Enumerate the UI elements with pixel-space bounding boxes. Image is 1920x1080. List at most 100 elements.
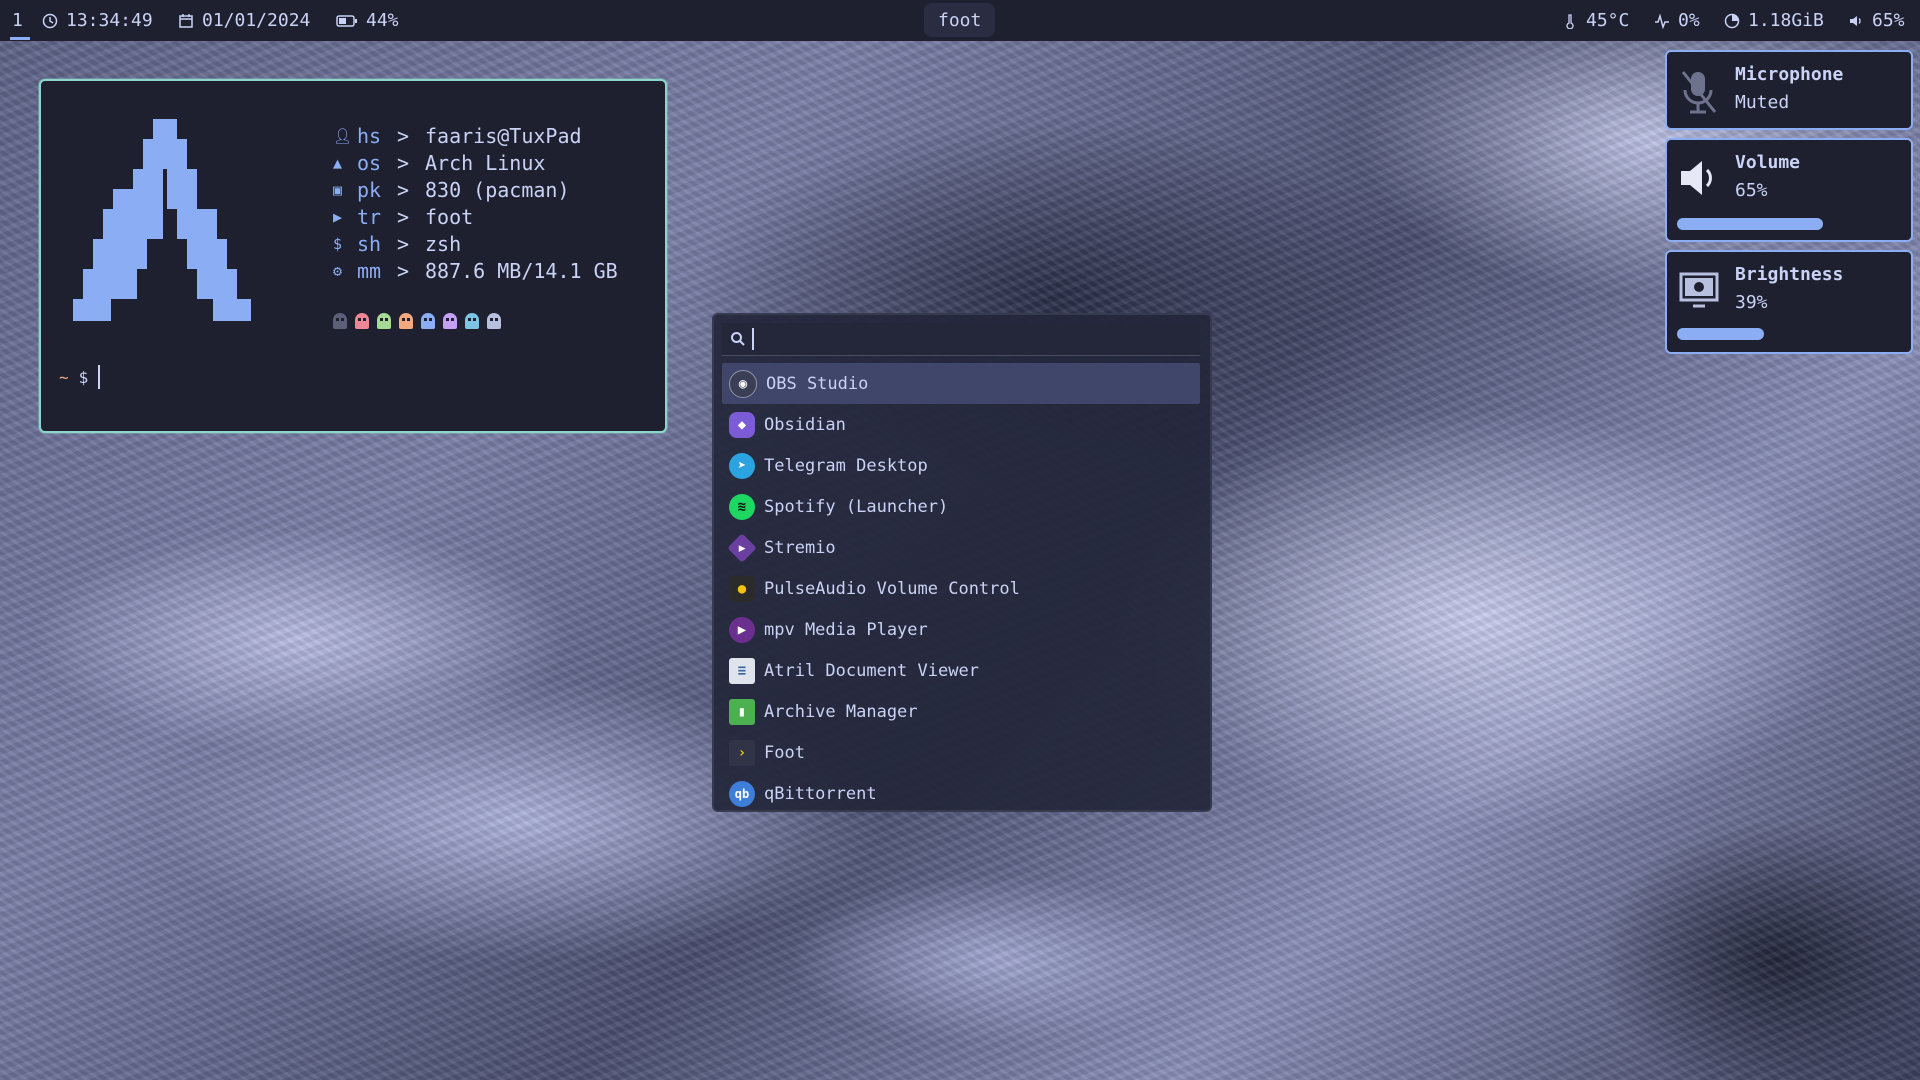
app-label: Spotify (Launcher): [764, 496, 949, 517]
volume-slider-fill: [1677, 218, 1823, 230]
brightness-monitor-icon: [1679, 272, 1719, 308]
info-value: 830 (pacman): [425, 178, 570, 202]
app-entry-obs-studio[interactable]: ◉ OBS Studio: [722, 363, 1200, 404]
prompt-dir: ~: [59, 367, 69, 387]
clock-icon: [42, 13, 58, 28]
memory-icon: ⚙: [333, 262, 343, 280]
package-icon: ▣: [333, 181, 343, 199]
obs-icon: ◉: [729, 369, 757, 398]
app-entry-foot[interactable]: › Foot: [722, 732, 1200, 773]
app-entry-stremio[interactable]: ▶ Stremio: [722, 527, 1200, 568]
user-icon: 👤︎: [333, 127, 353, 145]
info-value: foot: [425, 205, 474, 229]
ghost-icon: [421, 313, 435, 329]
window-title-text: foot: [938, 9, 982, 31]
info-key: os: [357, 151, 382, 175]
cpu[interactable]: 0%: [1654, 0, 1700, 41]
app-label: OBS Studio: [766, 373, 869, 394]
ghost-icon: [443, 313, 457, 329]
microphone-osd: Microphone Muted: [1665, 50, 1913, 130]
app-entry-telegram[interactable]: ➤ Telegram Desktop: [722, 445, 1200, 486]
terminal-window[interactable]: 👤︎ hs > faaris@TuxPad ▲ os > Arch Linux …: [39, 79, 667, 433]
top-bar: 1 13:34:49 01/01/2024 44% foot 45°C 0% 1…: [0, 0, 1920, 41]
temperature[interactable]: 45°C: [1562, 0, 1629, 41]
app-label: Obsidian: [764, 414, 846, 435]
volume-value: 65%: [1872, 10, 1905, 31]
memory-pie-icon: [1724, 13, 1740, 28]
app-entry-pulseaudio[interactable]: ● PulseAudio Volume Control: [722, 568, 1200, 609]
thermometer-icon: [1566, 13, 1574, 29]
volume-slider[interactable]: [1677, 218, 1901, 230]
shell-prompt[interactable]: ~ $: [59, 365, 101, 389]
obsidian-icon: ◆: [729, 411, 755, 438]
app-entry-archive-manager[interactable]: ▮ Archive Manager: [722, 691, 1200, 732]
active-workspace-indicator: [10, 37, 30, 40]
app-label: Archive Manager: [764, 701, 918, 722]
memory-value: 1.18GiB: [1748, 10, 1824, 31]
atril-icon: ≡: [729, 657, 755, 684]
info-key: mm: [357, 259, 382, 283]
app-label: Stremio: [764, 537, 836, 558]
date[interactable]: 01/01/2024: [178, 0, 310, 41]
memory[interactable]: 1.18GiB: [1724, 0, 1824, 41]
ghost-icon: [399, 313, 413, 329]
info-row: ⚙ mm > 887.6 MB/14.1 GB: [333, 258, 618, 285]
speaker-icon: [1681, 161, 1712, 195]
brightness-slider[interactable]: [1677, 328, 1901, 340]
microphone-muted-icon: [1681, 71, 1717, 114]
app-label: mpv Media Player: [764, 619, 928, 640]
info-key: pk: [357, 178, 382, 202]
app-entry-qbittorrent[interactable]: qb qBittorrent: [722, 773, 1200, 810]
info-key: hs: [357, 124, 382, 148]
app-label: Telegram Desktop: [764, 455, 928, 476]
color-palette-ghosts: [333, 313, 501, 329]
mpv-icon: ▶: [729, 616, 755, 643]
clock[interactable]: 13:34:49: [42, 0, 153, 41]
volume-osd: Volume 65%: [1665, 138, 1913, 242]
date-text: 01/01/2024: [202, 10, 311, 31]
volume-value: 65%: [1735, 180, 1768, 201]
ghost-icon: [377, 313, 391, 329]
microphone-status: Muted: [1735, 92, 1790, 113]
pulseaudio-icon: ●: [729, 575, 755, 602]
workspace-button[interactable]: 1: [12, 0, 23, 41]
clock-time: 13:34:49: [66, 10, 153, 31]
workspace-label: 1: [12, 10, 23, 31]
arrow: >: [397, 259, 410, 283]
volume-title: Volume: [1735, 152, 1801, 173]
app-label: Foot: [764, 742, 805, 763]
app-entry-obsidian[interactable]: ◆ Obsidian: [722, 404, 1200, 445]
info-value: Arch Linux: [425, 151, 546, 175]
brightness-slider-fill: [1677, 328, 1765, 340]
info-row: $ sh > zsh: [333, 231, 618, 258]
microphone-title: Microphone: [1735, 64, 1844, 85]
app-entry-spotify[interactable]: ≋ Spotify (Launcher): [722, 486, 1200, 527]
brightness-title: Brightness: [1735, 264, 1844, 285]
app-label: PulseAudio Volume Control: [764, 578, 1020, 599]
battery[interactable]: 44%: [336, 0, 399, 41]
volume[interactable]: 65%: [1848, 0, 1905, 41]
arrow: >: [397, 232, 410, 256]
telegram-icon: ➤: [729, 452, 755, 479]
ghost-icon: [355, 313, 369, 329]
launcher-search[interactable]: [722, 323, 1200, 356]
ghost-icon: [465, 313, 479, 329]
calendar-icon: [179, 13, 193, 28]
cpu-activity-icon: [1655, 12, 1669, 29]
app-entry-atril[interactable]: ≡ Atril Document Viewer: [722, 650, 1200, 691]
search-icon: [731, 332, 745, 346]
qbittorrent-icon: qb: [729, 780, 755, 807]
info-row: ▲ os > Arch Linux: [333, 150, 618, 177]
stremio-icon: ▶: [727, 532, 757, 563]
battery-percent: 44%: [366, 10, 399, 31]
brightness-osd: Brightness 39%: [1665, 250, 1913, 354]
app-entry-mpv[interactable]: ▶ mpv Media Player: [722, 609, 1200, 650]
info-value: 887.6 MB/14.1 GB: [425, 259, 618, 283]
info-row: 👤︎ hs > faaris@TuxPad: [333, 123, 618, 150]
info-row: ▣ pk > 830 (pacman): [333, 177, 618, 204]
app-label: qBittorrent: [764, 783, 877, 804]
foot-icon: ›: [729, 739, 755, 766]
system-info: 👤︎ hs > faaris@TuxPad ▲ os > Arch Linux …: [333, 123, 618, 285]
info-value: faaris@TuxPad: [425, 124, 582, 148]
window-title[interactable]: foot: [924, 3, 996, 37]
